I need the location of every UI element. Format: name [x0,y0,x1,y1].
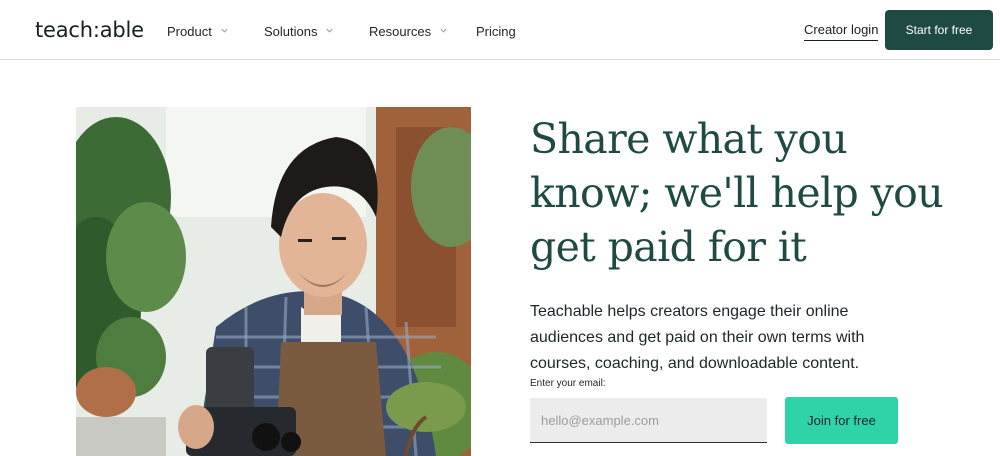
chevron-down-icon [325,26,334,35]
nav-solutions-label: Solutions [264,24,318,39]
chevron-down-icon [439,26,448,35]
email-label: Enter your email: [530,378,606,389]
hero-image [76,107,471,456]
nav-resources[interactable]: Resources [369,24,448,39]
nav-product[interactable]: Product [167,24,229,39]
hero-headline: Share what you know; we'll help you get … [530,115,944,271]
join-for-free-button[interactable]: Join for free [785,397,898,444]
teachable-logo[interactable]: teach:able [35,18,144,42]
site-header: teach:able Product Solutions Resources P… [0,0,1000,60]
chevron-down-icon [220,26,229,35]
nav-product-label: Product [167,24,212,39]
start-for-free-button[interactable]: Start for free [885,10,993,50]
nav-pricing[interactable]: Pricing [476,24,516,39]
nav-resources-label: Resources [369,24,432,39]
creator-login-link[interactable]: Creator login [804,22,879,41]
nav-solutions[interactable]: Solutions [264,24,334,39]
hero-subheading: Teachable helps creators engage their on… [530,303,865,372]
email-input[interactable] [530,398,767,443]
nav-pricing-label: Pricing [476,24,516,39]
